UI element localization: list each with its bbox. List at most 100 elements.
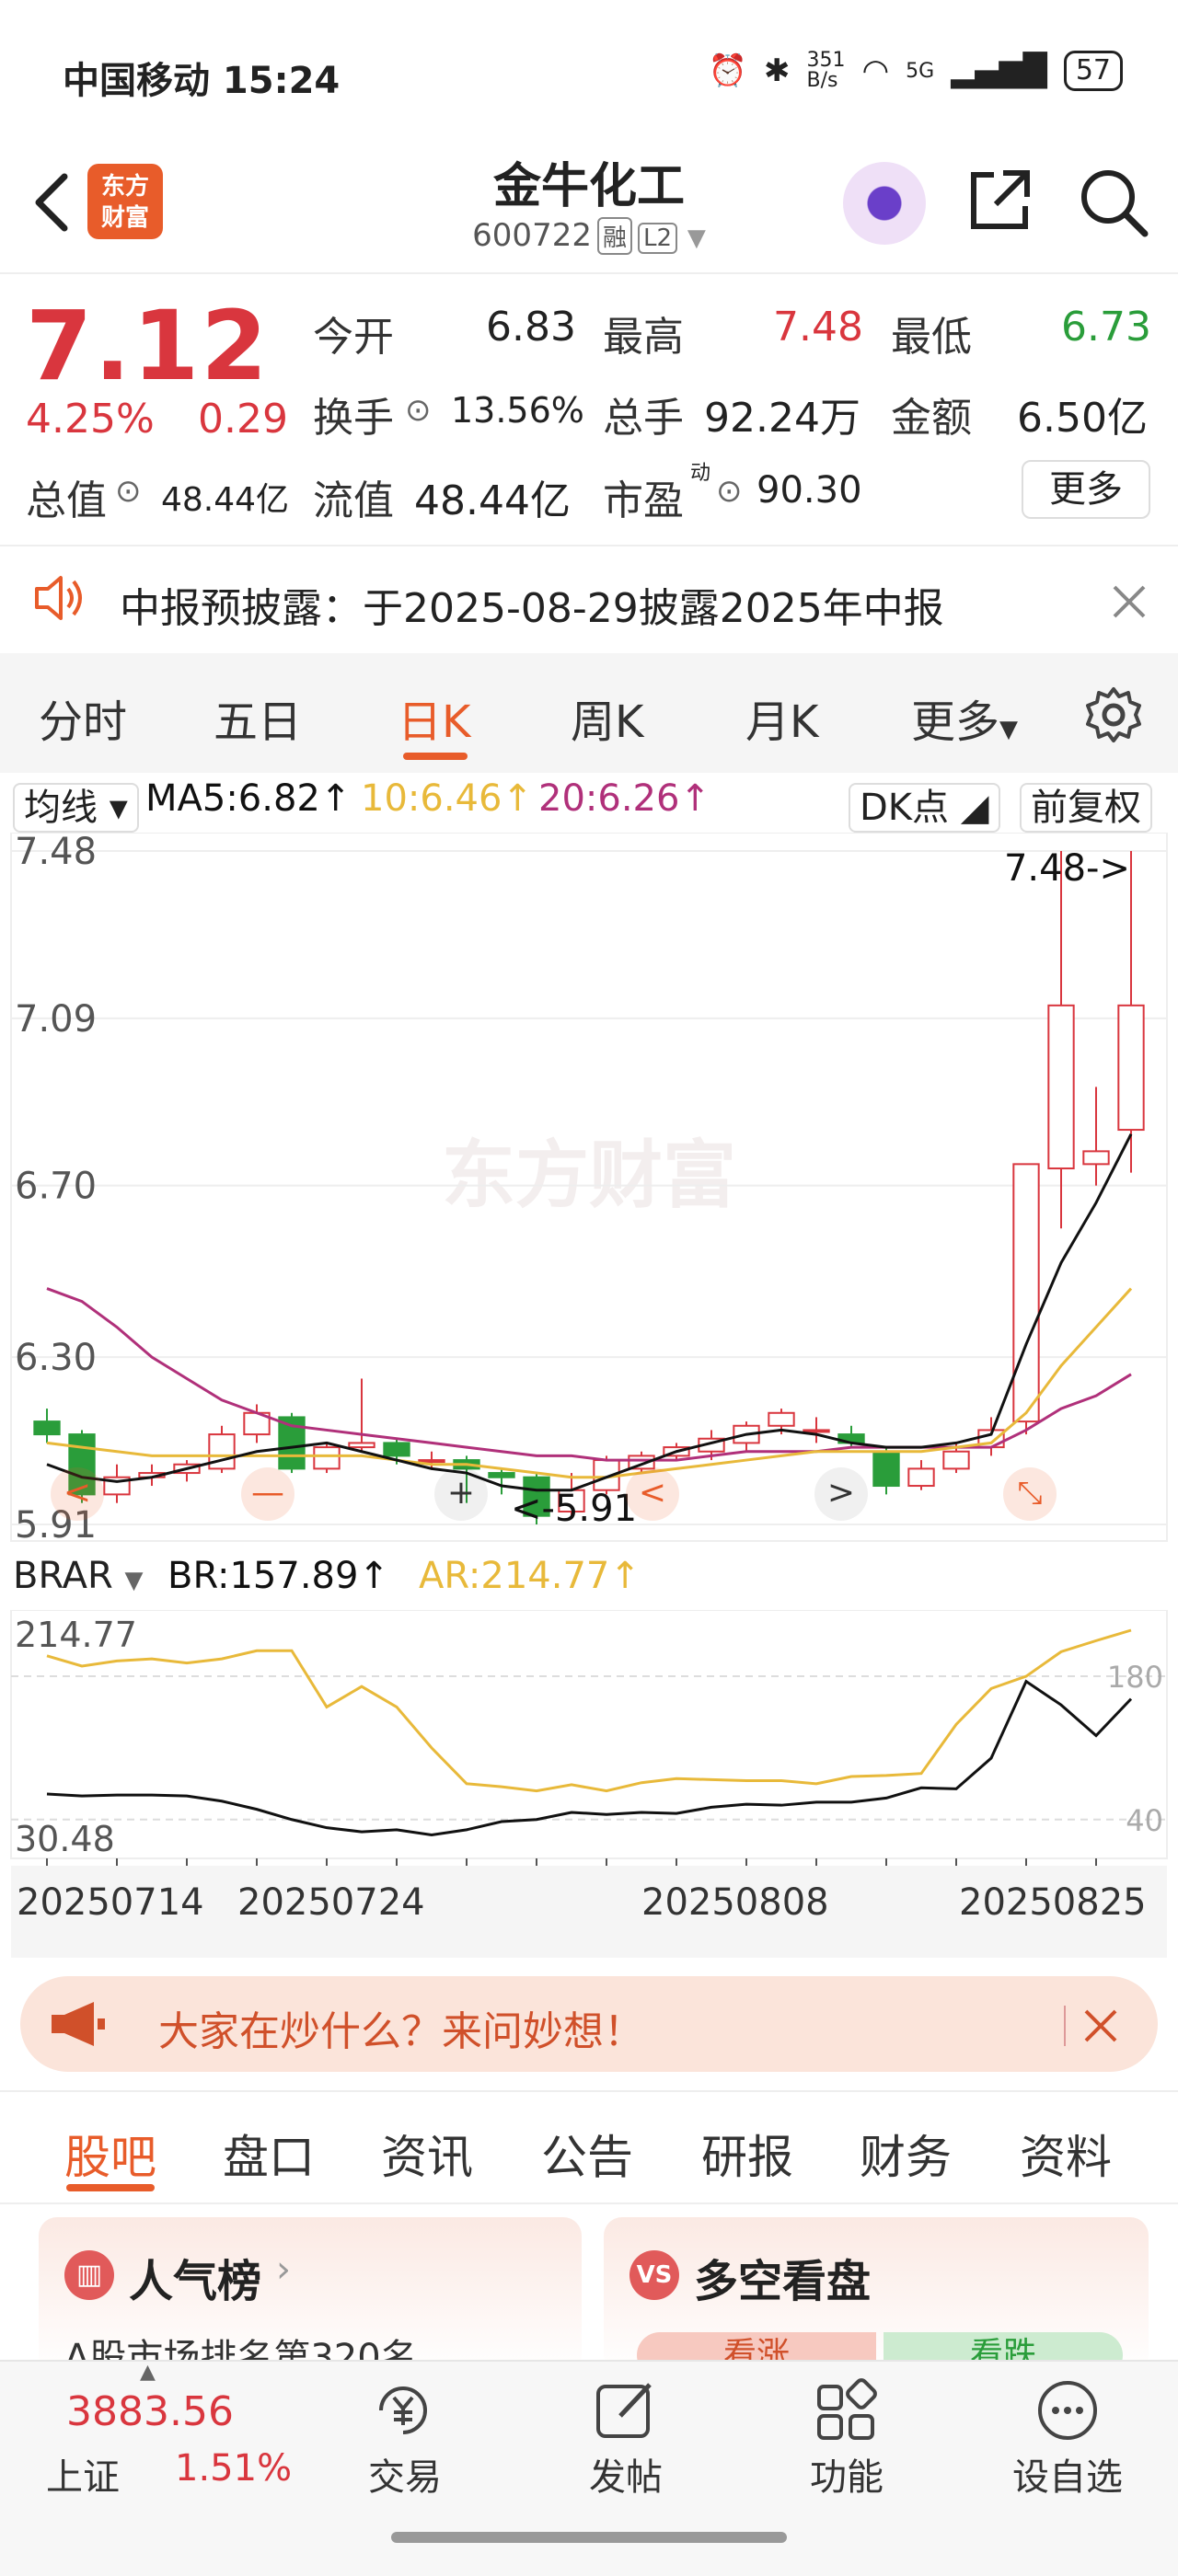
close-icon[interactable]: [1111, 583, 1148, 620]
low-label: 最低: [891, 314, 972, 361]
carrier-time: 中国移动 15:24: [63, 60, 341, 102]
tab-announcements[interactable]: 公告: [541, 2121, 633, 2187]
close-icon[interactable]: [1082, 2007, 1119, 2044]
quote-divider: [0, 545, 1178, 546]
date-tick: 20250714: [17, 1881, 204, 1924]
candle: [768, 1411, 795, 1427]
indicator-selector-label: BRAR: [13, 1555, 113, 1597]
share-icon[interactable]: [966, 166, 1034, 234]
ma-selector[interactable]: 均线 ▾: [13, 777, 139, 833]
y-tick-label: 7.48: [15, 833, 97, 873]
chevron-right-icon: ›: [276, 2248, 291, 2291]
caret-up-icon: ▲: [140, 2361, 156, 2384]
section-divider: [0, 2090, 1178, 2092]
indicator-selector[interactable]: BRAR ▼: [13, 1555, 144, 1597]
tab-intraday[interactable]: 分时: [39, 685, 127, 750]
info-icon[interactable]: ⊙: [115, 473, 142, 510]
y-tick-label: 30.48: [15, 1819, 115, 1859]
status-icons: ⏰ ✱ 351 B/s ◠ 5G ▂▄▆█ 57: [709, 51, 1123, 91]
tab-monthly-k[interactable]: 月K: [745, 685, 818, 750]
y-tick-label-right: 180: [1107, 1660, 1163, 1695]
gear-icon[interactable]: [1084, 685, 1143, 744]
tab-guba[interactable]: 股吧: [64, 2121, 156, 2187]
nav-trade[interactable]: 交易: [331, 2447, 479, 2501]
ma20-value: 20:6.26↑: [538, 777, 710, 820]
dk-point-label: DK点 ◢: [849, 783, 1000, 833]
y-tick-label: 7.09: [15, 998, 97, 1041]
search-icon[interactable]: [1077, 166, 1150, 239]
nav-watchlist[interactable]: 设自选: [994, 2447, 1141, 2501]
brar-frame: [10, 1610, 1168, 1859]
net-speed: 351 B/s: [806, 49, 846, 92]
popularity-title: 人气榜: [129, 2256, 262, 2307]
high-marker: 7.48->: [1004, 847, 1130, 890]
speaker-icon: [35, 576, 82, 620]
y-tick-label: 214.77: [15, 1615, 137, 1655]
scroll-right-button[interactable]: >: [814, 1467, 868, 1521]
tab-more[interactable]: 更多▼: [911, 685, 1018, 750]
candle: [313, 1446, 341, 1470]
more-stats-button[interactable]: 更多: [1022, 460, 1150, 519]
date-tick: 20250724: [237, 1881, 425, 1924]
nav-post[interactable]: 发帖: [552, 2447, 699, 2501]
mktcap-value: 48.44亿: [161, 481, 290, 519]
tab-financials[interactable]: 财务: [860, 2121, 952, 2187]
index-value[interactable]: 3883.56: [66, 2388, 234, 2435]
signal-label: 5G: [906, 59, 935, 83]
tabs-divider: [0, 2202, 1178, 2204]
amount-value: 6.50亿: [1017, 395, 1148, 442]
active-tab-indicator: [403, 753, 468, 760]
edit-post-icon[interactable]: [589, 2374, 663, 2447]
dropdown-triangle-icon: ▼: [687, 224, 706, 252]
adjust-button[interactable]: 前复权: [1020, 777, 1152, 833]
notice-text: 中报预披露：于2025-08-29披露2025年中报: [120, 585, 944, 632]
zoom-out-button[interactable]: —: [241, 1467, 294, 1521]
float-value: 48.44亿: [414, 477, 571, 524]
ar-value: AR:214.77↑: [419, 1555, 641, 1597]
open-label: 今开: [313, 314, 394, 361]
tab-weekly-k[interactable]: 周K: [571, 685, 643, 750]
tab-research[interactable]: 研报: [701, 2121, 793, 2187]
ma5-value: MA5:6.82↑: [145, 777, 352, 820]
index-name[interactable]: 上证: [46, 2447, 120, 2501]
date-tick: 20250808: [641, 1881, 829, 1924]
tab-daily-k[interactable]: 日K: [398, 685, 470, 750]
high-value: 7.48: [773, 304, 863, 351]
mktcap-label: 总值: [26, 477, 107, 524]
low-marker: <-5.91: [511, 1488, 637, 1530]
brar-chart[interactable]: 214.77 30.48 180 40: [0, 1610, 1178, 1877]
tab-pankou[interactable]: 盘口: [223, 2121, 315, 2187]
apps-icon[interactable]: [810, 2374, 884, 2447]
assistant-avatar-icon[interactable]: [843, 162, 926, 245]
more-dots-icon[interactable]: [1031, 2374, 1104, 2447]
tab-news[interactable]: 资讯: [381, 2121, 473, 2187]
low-value: 6.73: [1061, 304, 1151, 351]
yuan-trade-icon[interactable]: [366, 2374, 440, 2447]
megaphone-icon: [52, 2002, 105, 2046]
change-amount: 0.29: [198, 396, 288, 443]
change-percent: 4.25%: [26, 396, 155, 443]
candlestick-chart[interactable]: 东方财富 7.487.096.706.305.917.48-><-5.91: [0, 833, 1178, 1550]
y-tick-label: 6.70: [15, 1166, 97, 1208]
tab-profile[interactable]: 资料: [1020, 2121, 1112, 2187]
current-price: 7.12: [26, 290, 270, 402]
tab-five-day[interactable]: 五日: [214, 685, 302, 750]
nav-functions[interactable]: 功能: [773, 2447, 920, 2501]
candle: [348, 1442, 375, 1449]
info-icon[interactable]: ⊙: [405, 392, 432, 429]
volume-label: 总手: [603, 395, 684, 442]
wifi-icon: ◠: [861, 52, 890, 89]
y-tick-label: 6.30: [15, 1337, 97, 1379]
dropdown-triangle-icon: ▼: [999, 716, 1019, 743]
turnover-value: 13.56%: [451, 390, 584, 431]
dk-point-button[interactable]: DK点 ◢: [849, 777, 1000, 833]
bull-bear-title: 多空看盘: [694, 2256, 872, 2307]
candle: [1012, 1163, 1040, 1423]
promo-divider: [1064, 2006, 1066, 2046]
zoom-in-button[interactable]: +: [434, 1467, 488, 1521]
info-icon[interactable]: ⊙: [716, 473, 743, 510]
scroll-left-button[interactable]: <: [626, 1467, 679, 1521]
bluetooth-icon: ✱: [764, 52, 791, 89]
fullscreen-icon[interactable]: ⤡: [1003, 1467, 1057, 1521]
chart-prev-button[interactable]: <: [51, 1467, 104, 1521]
